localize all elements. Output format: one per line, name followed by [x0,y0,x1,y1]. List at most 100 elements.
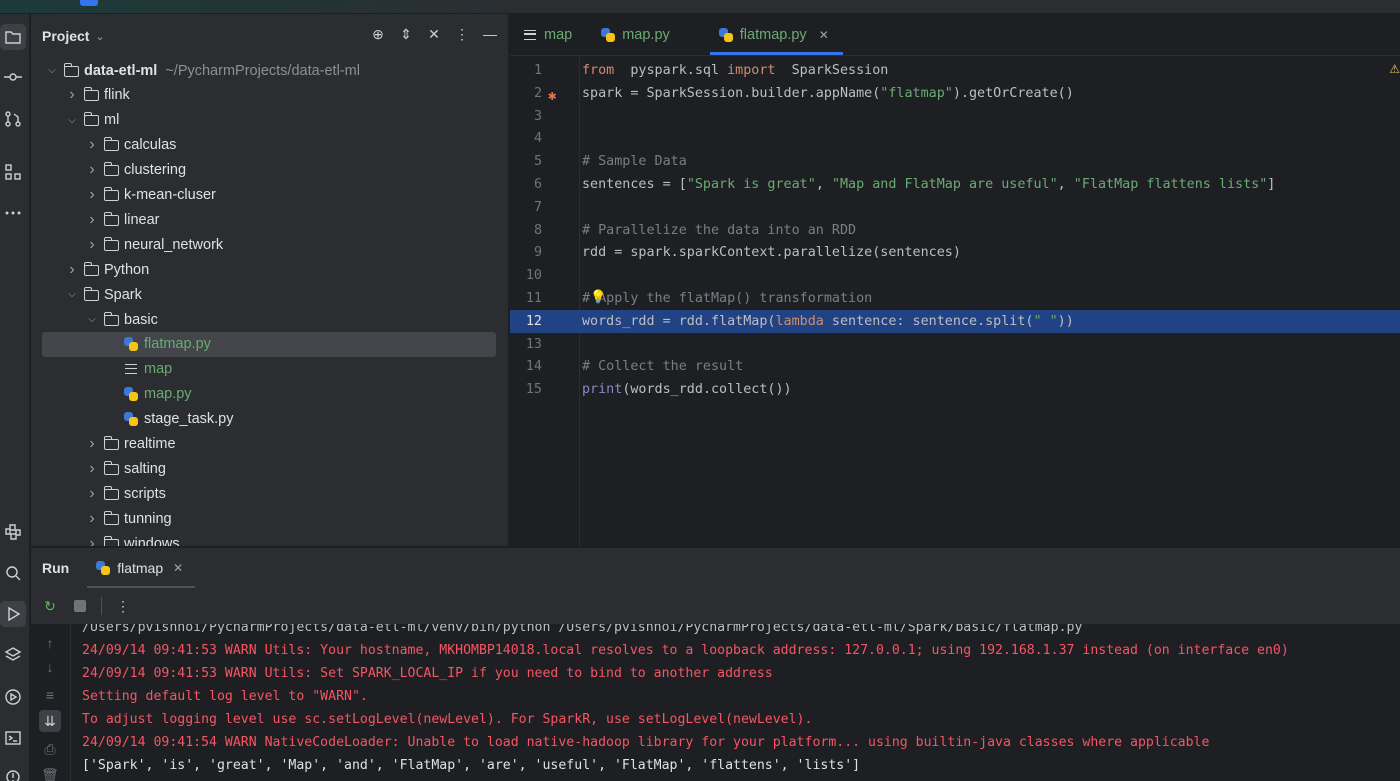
tree-item[interactable]: › windows [31,531,508,546]
tree-item[interactable]: › neural_network [31,232,508,257]
tree-item[interactable]: map.py [31,382,508,407]
code-line[interactable]: 9 rdd = spark.sparkContext.parallelize(se… [510,241,1400,264]
tree-item[interactable]: › salting [31,456,508,481]
tree-item[interactable]: › tunning [31,506,508,531]
chevron-right-icon[interactable]: › [85,535,99,546]
chevron-down-icon[interactable]: ⌵ [85,314,99,325]
code-line[interactable]: 1 from pyspark.sql import SparkSession [510,59,1400,82]
problems-icon[interactable] [0,764,26,781]
chevron-right-icon[interactable]: › [85,236,99,254]
tool-window-strip [0,14,30,781]
tree-item[interactable]: › scripts [31,481,508,506]
chevron-down-icon[interactable]: ⌵ [65,115,79,126]
python-console-icon[interactable] [0,519,26,545]
tree-item-label: ml [104,112,120,129]
stop-button[interactable] [71,597,89,615]
close-icon[interactable]: ✕ [173,561,183,575]
expand-all-icon[interactable]: ⇕ [398,26,414,42]
console-line: Setting default log level to "WARN". [82,689,368,704]
chevron-down-icon[interactable]: ⌵ [45,65,59,76]
code-line[interactable]: 2 ✱ spark = SparkSession.builder.appName("… [510,82,1400,105]
print-icon[interactable]: ⎙ [39,738,61,760]
lightbulb-icon[interactable]: 💡 [590,286,606,309]
tree-item[interactable]: › clustering [31,158,508,183]
code-line[interactable]: 8 # Parallelize the data into an RDD [510,219,1400,242]
commit-icon[interactable] [0,64,26,90]
tree-item[interactable]: ⌵ data-etl-ml ~/PycharmProjects/data-etl-m… [31,58,508,83]
trash-icon[interactable]: 🗑 [39,764,61,781]
chevron-right-icon[interactable]: › [85,435,99,453]
chevron-right-icon[interactable]: › [85,186,99,204]
rerun-icon[interactable]: ↻ [41,597,59,615]
layers-icon[interactable] [0,642,26,668]
chevron-down-icon[interactable]: ⌵ [65,289,79,300]
tree-item[interactable]: stage_task.py [31,407,508,432]
options-icon[interactable]: ⋮ [454,26,470,42]
collapse-all-icon[interactable]: ✕ [426,26,442,42]
soft-wrap-icon[interactable]: ≡ [39,684,61,706]
line-number: 9 [533,245,542,261]
code-line[interactable]: 15 print(words_rdd.collect()) [510,378,1400,401]
code-line[interactable]: 6 sentences = ["Spark is great", "Map and… [510,173,1400,196]
services-icon[interactable] [0,684,26,710]
run-icon[interactable] [0,601,26,627]
chevron-right-icon[interactable]: › [85,211,99,229]
locate-file-icon[interactable]: ⊕ [370,26,386,42]
tree-item[interactable]: › k-mean-cluser [31,183,508,208]
scroll-to-end-icon[interactable]: ⇊ [39,710,61,732]
tree-item[interactable]: ⌵ Spark [31,282,508,307]
chevron-right-icon[interactable]: › [85,161,99,179]
more-options-icon[interactable]: ⋮ [114,597,132,615]
editor-tab[interactable]: flatmap.py ✕ [704,14,843,55]
code-line[interactable]: 3 [510,105,1400,128]
arrow-up-icon[interactable]: ↑ [39,632,61,654]
chevron-right-icon[interactable]: › [65,261,79,279]
code-line[interactable]: 5 # Sample Data [510,150,1400,173]
structure-icon[interactable] [0,159,26,185]
code-line[interactable]: 4 [510,127,1400,150]
code-line[interactable]: 13 [510,333,1400,356]
tree-item[interactable]: › realtime [31,432,508,457]
more-tools-icon[interactable] [0,200,26,226]
code-line[interactable]: 7 [510,196,1400,219]
project-folder-icon[interactable] [0,24,26,50]
text-file-icon [123,361,141,377]
chevron-right-icon[interactable]: › [85,485,99,503]
tree-item[interactable]: › calculas [31,133,508,158]
editor-tab[interactable]: map.py [586,14,684,55]
tree-item[interactable]: flatmap.py [31,331,508,357]
tree-item[interactable]: ⌵ basic [31,307,508,332]
chevron-right-icon[interactable]: › [65,86,79,104]
terminal-icon[interactable] [0,725,26,751]
code-line[interactable]: 11 # Apply the flatMap() transformation 💡 [510,287,1400,310]
chevron-right-icon[interactable]: › [85,510,99,528]
editor-area: map map.py flatmap.py ✕ ⚠ 1 from pyspark.sql… [510,14,1400,546]
code-line[interactable]: 10 [510,264,1400,287]
project-tool-window: Project ⌄ ⊕ ⇕ ✕ ⋮ — ⌵ data-etl-ml ~/Pychar… [31,14,509,546]
tree-item[interactable]: › linear [31,207,508,232]
close-icon[interactable]: ✕ [819,28,829,42]
line-number: 4 [533,131,542,147]
editor-tab[interactable]: map [510,14,586,55]
tree-item-label: flink [104,87,130,104]
arrow-down-icon[interactable]: ↓ [39,656,61,678]
console-line: 24/09/14 09:41:53 WARN Utils: Your hostn… [82,643,1289,658]
hide-icon[interactable]: — [482,26,498,42]
chevron-right-icon[interactable]: › [85,136,99,154]
project-path-hint: ~/PycharmProjects/data-etl-ml [165,62,360,79]
tree-item[interactable]: › Python [31,257,508,282]
console-output[interactable]: /Users/pvishnoi/PycharmProjects/data-etl… [71,624,1400,781]
pull-requests-icon[interactable] [0,106,26,132]
search-icon[interactable] [0,560,26,586]
tree-item[interactable]: map [31,357,508,382]
chevron-down-icon[interactable]: ⌄ [95,30,104,43]
project-title[interactable]: Project [42,28,89,44]
line-number: 3 [533,108,542,124]
tree-item[interactable]: ⌵ ml [31,108,508,133]
code-line[interactable]: 14 # Collect the result [510,355,1400,378]
tree-item[interactable]: › flink [31,83,508,108]
run-tab-flatmap[interactable]: flatmap ✕ [87,548,196,588]
chevron-right-icon[interactable]: › [85,460,99,478]
code-line[interactable]: 12 words_rdd = rdd.flatMap(lambda sentenc… [510,309,1400,333]
folder-icon [103,187,121,203]
